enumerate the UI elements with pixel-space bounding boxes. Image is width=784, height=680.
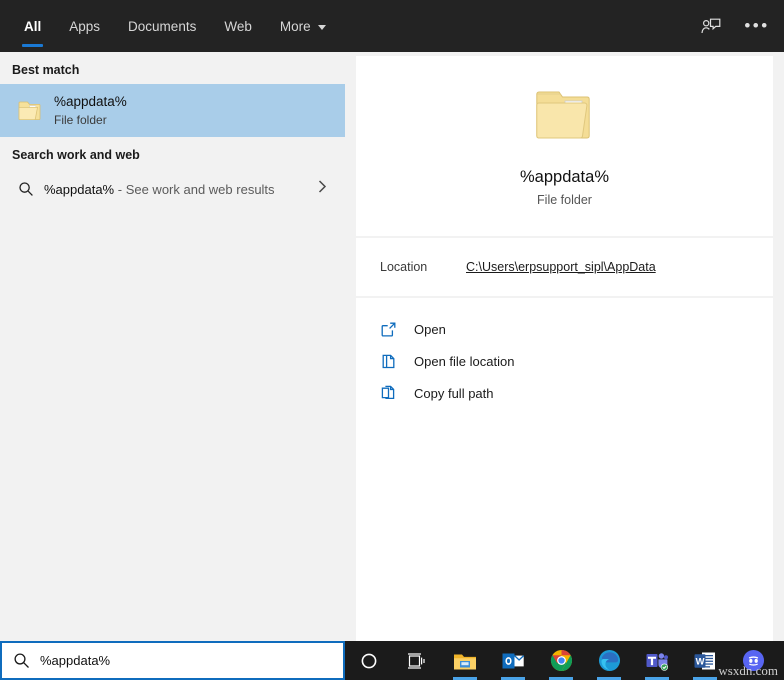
tab-more-label: More <box>280 19 311 34</box>
teams-icon[interactable] <box>633 641 681 680</box>
preview-hero-card: %appdata% File folder <box>356 56 773 236</box>
edge-icon[interactable] <box>585 641 633 680</box>
tabbar-actions: ••• <box>698 0 770 52</box>
preview-title: %appdata% <box>520 166 609 188</box>
chevron-down-icon <box>318 25 326 30</box>
open-file-location-icon <box>380 353 410 370</box>
best-match-subtitle: File folder <box>54 112 127 128</box>
search-input-value: %appdata% <box>40 653 110 668</box>
copy-icon <box>380 385 410 402</box>
tab-list: All Apps Documents Web More <box>10 0 340 52</box>
tab-web-label: Web <box>224 19 252 34</box>
folder-large-icon <box>529 85 601 154</box>
search-input[interactable]: %appdata% <box>0 641 345 680</box>
tab-documents[interactable]: Documents <box>114 0 210 52</box>
discord-icon[interactable] <box>729 641 777 680</box>
web-result-row[interactable]: %appdata% - See work and web results <box>0 169 345 209</box>
tab-apps-label: Apps <box>69 19 100 34</box>
best-match-text: %appdata% File folder <box>54 93 127 128</box>
person-comment-icon[interactable] <box>698 13 724 39</box>
best-match-header: Best match <box>0 52 345 84</box>
search-tabbar: All Apps Documents Web More <box>0 0 784 52</box>
search-icon <box>12 181 40 197</box>
svg-text:W: W <box>696 655 705 666</box>
action-copy-full-path[interactable]: Copy full path <box>356 377 773 409</box>
web-result-query: %appdata% <box>44 182 114 197</box>
chevron-right-icon[interactable] <box>317 179 327 199</box>
tab-apps[interactable]: Apps <box>55 0 114 52</box>
action-open-file-location-label: Open file location <box>414 354 514 369</box>
folder-icon <box>12 98 48 124</box>
results-panel: Best match %appdata% File folder Search … <box>0 52 345 641</box>
taskbar-bar: %appdata% <box>0 641 784 680</box>
tab-documents-label: Documents <box>128 19 196 34</box>
location-row: Location C:\Users\erpsupport_sipl\AppDat… <box>356 238 773 296</box>
action-open[interactable]: Open <box>356 313 773 345</box>
best-match-result-row[interactable]: %appdata% File folder <box>0 84 345 137</box>
tab-web[interactable]: Web <box>210 0 266 52</box>
action-copy-full-path-label: Copy full path <box>414 386 494 401</box>
action-open-label: Open <box>414 322 446 337</box>
open-external-icon <box>380 321 410 338</box>
ellipsis-icon[interactable]: ••• <box>744 13 770 39</box>
taskbar-icons: W <box>345 641 784 680</box>
cortana-icon[interactable] <box>345 641 393 680</box>
best-match-title: %appdata% <box>54 93 127 110</box>
web-result-label: %appdata% - See work and web results <box>44 182 275 197</box>
web-result-suffix: - See work and web results <box>118 182 275 197</box>
action-open-file-location[interactable]: Open file location <box>356 345 773 377</box>
outlook-icon[interactable] <box>489 641 537 680</box>
tab-all-label: All <box>24 19 41 34</box>
tab-all[interactable]: All <box>10 0 55 52</box>
task-view-icon[interactable] <box>393 641 441 680</box>
start-menu-search-window: All Apps Documents Web More <box>0 0 784 680</box>
tab-more[interactable]: More <box>266 0 340 52</box>
chrome-icon[interactable] <box>537 641 585 680</box>
word-icon[interactable]: W <box>681 641 729 680</box>
file-explorer-icon[interactable] <box>441 641 489 680</box>
actions-card: Open Open file location <box>356 298 773 645</box>
search-icon <box>2 652 40 669</box>
search-work-and-web-header: Search work and web <box>0 137 345 169</box>
preview-panel: %appdata% File folder Location C:\Users\… <box>345 52 784 641</box>
location-label: Location <box>356 260 466 274</box>
location-link[interactable]: C:\Users\erpsupport_sipl\AppData <box>466 260 656 274</box>
preview-subtitle: File folder <box>537 193 592 207</box>
